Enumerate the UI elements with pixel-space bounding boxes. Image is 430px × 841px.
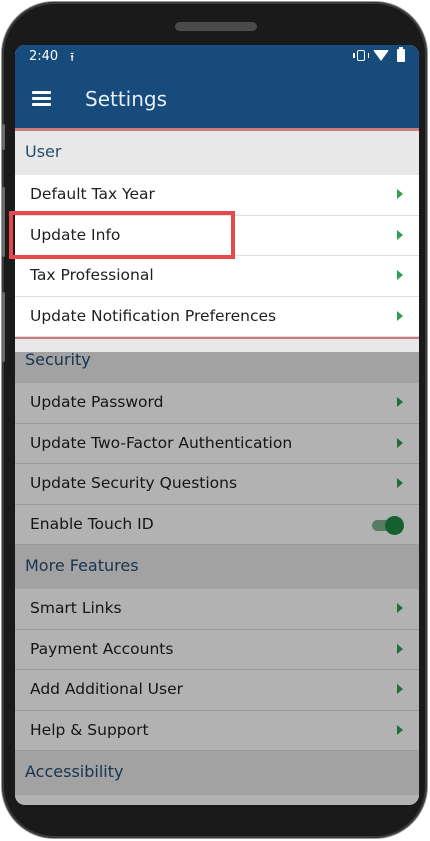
settings-item-smart-links[interactable]: Smart Links: [15, 589, 419, 630]
screen: 2:40 ⭱ Settings User Default Tax Year Up…: [15, 45, 419, 805]
settings-item-update-info[interactable]: Update Info: [15, 215, 419, 256]
speaker-grille: [175, 22, 257, 31]
chevron-right-icon: [397, 478, 403, 488]
section-header-accessibility: Accessibility: [15, 751, 419, 795]
wifi-icon: [373, 50, 389, 61]
chevron-right-icon: [397, 229, 403, 240]
status-icons: [353, 47, 405, 62]
chevron-right-icon: [397, 724, 403, 735]
section-title: User: [25, 142, 62, 161]
chevron-right-icon: [397, 397, 403, 407]
vibrate-icon: [353, 50, 369, 61]
settings-item-add-additional-user[interactable]: Add Additional User: [15, 670, 419, 711]
status-bar: 2:40 ⭱: [15, 45, 419, 70]
settings-item-tax-professional[interactable]: Tax Professional: [15, 256, 419, 297]
settings-item-payment-accounts[interactable]: Payment Accounts: [15, 629, 419, 670]
section-title: More Features: [25, 556, 139, 575]
phone-frame: 2:40 ⭱ Settings User Default Tax Year Up…: [2, 2, 427, 838]
settings-item-update-password[interactable]: Update Password: [15, 383, 419, 424]
settings-item-update-notification-preferences[interactable]: Update Notification Preferences: [15, 296, 419, 337]
side-button: [2, 124, 5, 150]
volume-down-button: [2, 292, 5, 362]
settings-item-label: Update Notification Preferences: [30, 306, 277, 325]
settings-item-label: Tax Professional: [30, 266, 154, 284]
touch-id-toggle[interactable]: [370, 515, 404, 535]
settings-item-update-security-questions[interactable]: Update Security Questions: [15, 464, 419, 505]
settings-item-help-support[interactable]: Help & Support: [15, 710, 419, 751]
chevron-right-icon: [397, 310, 403, 321]
toggle-knob: [385, 515, 404, 535]
settings-list: User Default Tax Year Update Info Tax Pr…: [15, 131, 419, 795]
settings-item-label: Help & Support: [30, 720, 149, 739]
chevron-right-icon: [397, 603, 403, 613]
section-header-more-features: More Features: [15, 545, 419, 589]
settings-item-label: Update Two-Factor Authentication: [30, 433, 293, 452]
battery-icon: [397, 47, 405, 62]
chevron-right-icon: [397, 437, 403, 448]
settings-item-update-two-factor-authentication[interactable]: Update Two-Factor Authentication: [15, 423, 419, 464]
settings-item-default-tax-year[interactable]: Default Tax Year: [15, 175, 419, 216]
app-bar: Settings: [15, 70, 419, 128]
chevron-right-icon: [397, 684, 403, 694]
settings-item-label: Add Additional User: [30, 680, 184, 698]
section-title: Security: [25, 350, 91, 369]
chevron-right-icon: [397, 270, 403, 280]
hamburger-menu-icon[interactable]: [32, 91, 51, 106]
section-title: Accessibility: [25, 762, 124, 781]
section-header-security: Security: [15, 339, 419, 383]
settings-item-label: Update Security Questions: [30, 474, 238, 492]
section-header-user: User: [15, 131, 419, 175]
chevron-right-icon: [397, 189, 403, 199]
chevron-right-icon: [397, 643, 403, 654]
settings-item-label: Update Password: [30, 393, 164, 411]
settings-item-label: Smart Links: [30, 599, 122, 617]
settings-item-label: Payment Accounts: [30, 639, 174, 658]
status-time: 2:40: [29, 49, 59, 64]
settings-item-label: Default Tax Year: [30, 185, 155, 203]
upload-icon: ⭱: [70, 50, 75, 64]
settings-item-enable-touch-id: Enable Touch ID: [15, 504, 419, 545]
settings-item-label: Enable Touch ID: [30, 514, 154, 533]
page-title: Settings: [85, 87, 168, 111]
volume-up-button: [2, 187, 5, 257]
settings-item-label: Update Info: [30, 225, 121, 244]
